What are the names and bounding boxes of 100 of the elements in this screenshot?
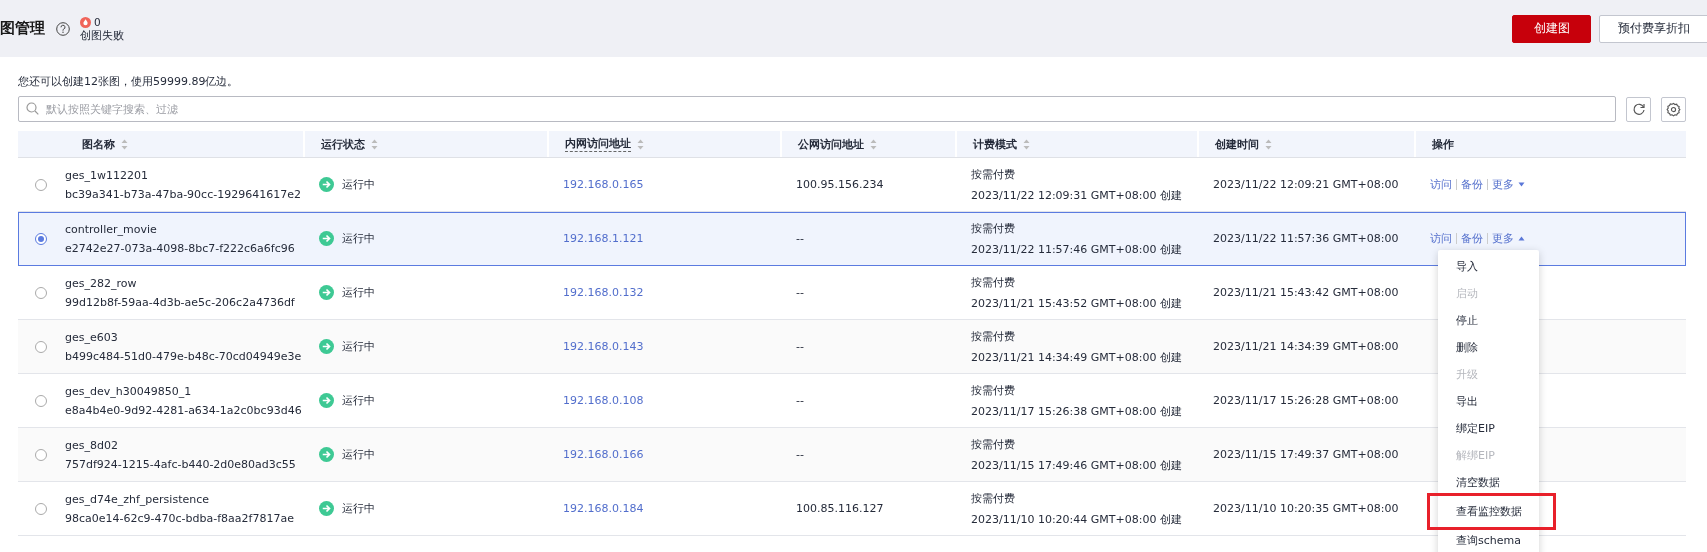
fire-icon [80, 16, 91, 28]
radio-button[interactable] [35, 232, 47, 245]
help-icon[interactable] [56, 21, 70, 36]
action-link[interactable]: 备份 [1461, 177, 1483, 192]
status-text: 运行中 [342, 339, 375, 354]
radio-button[interactable] [35, 340, 47, 353]
private-ip-link[interactable]: 192.168.0.108 [563, 394, 644, 407]
billing-mode: 按需付费 [971, 274, 1015, 290]
private-ip-link[interactable]: 192.168.1.121 [563, 232, 644, 245]
menu-item[interactable]: 导出 [1438, 388, 1539, 415]
graph-id: b499c484-51d0-479e-b48c-70cd04949e3e [65, 349, 302, 363]
graph-id: e8a4b4e0-9d92-4281-a634-1a2c0bc93d46 [65, 403, 302, 417]
action-link[interactable]: 访问 [1430, 177, 1452, 192]
public-ip: -- [796, 448, 804, 461]
billing-created-time: 2023/11/17 15:26:38 GMT+08:00 创建 [971, 403, 1182, 419]
private-ip-link[interactable]: 192.168.0.184 [563, 502, 644, 515]
discount-button[interactable]: 预付费享折扣 [1599, 14, 1707, 43]
radio-button[interactable] [35, 502, 47, 515]
radio-button[interactable] [35, 178, 47, 191]
search-field[interactable]: 默认按照关键字搜索、过滤 [18, 96, 1616, 122]
created-time: 2023/11/21 15:43:42 GMT+08:00 [1213, 286, 1399, 299]
billing-created-time: 2023/11/21 15:43:52 GMT+08:00 创建 [971, 295, 1182, 311]
billing-created-time: 2023/11/22 12:09:31 GMT+08:00 创建 [971, 187, 1182, 203]
graph-name: controller_movie [65, 222, 157, 236]
sort-icon[interactable] [637, 138, 644, 150]
status-text: 运行中 [342, 447, 375, 462]
create-button[interactable]: 创建图 [1512, 14, 1591, 43]
graph-name: ges_282_row [65, 276, 137, 290]
sort-icon[interactable] [371, 138, 378, 150]
menu-item[interactable]: 查询schema [1438, 527, 1539, 552]
menu-item[interactable]: 清空数据 [1438, 469, 1539, 496]
menu-item[interactable]: 导入 [1438, 253, 1539, 280]
graph-id: e2742e27-073a-4098-8bc7-f222c6a6fc96 [65, 241, 295, 255]
status-text: 运行中 [342, 285, 375, 300]
billing-mode: 按需付费 [971, 436, 1015, 452]
graph-id: 757df924-1215-4afc-b440-2d0e80ad3c55 [65, 457, 296, 471]
more-link[interactable]: 更多 [1492, 231, 1525, 246]
billing-mode: 按需付费 [971, 382, 1015, 398]
menu-item[interactable]: 删除 [1438, 334, 1539, 361]
caret-icon [1518, 182, 1525, 187]
radio-button[interactable] [35, 286, 47, 299]
running-icon [319, 177, 334, 192]
running-icon [319, 447, 334, 462]
created-time: 2023/11/10 10:20:35 GMT+08:00 [1213, 502, 1399, 515]
header-cell[interactable]: 图名称 [57, 131, 303, 157]
created-time: 2023/11/15 17:49:37 GMT+08:00 [1213, 448, 1399, 461]
graph-name: ges_d74e_zhf_persistence [65, 492, 209, 506]
column-header: 公网访问地址 [798, 136, 864, 152]
billing-mode: 按需付费 [971, 220, 1015, 236]
radio-button[interactable] [35, 394, 47, 407]
created-time: 2023/11/22 11:57:36 GMT+08:00 [1213, 232, 1399, 245]
quota-note: 您还可以创建12张图，使用59999.89亿边。 [18, 74, 240, 88]
graph-id: bc39a341-b73a-47ba-90cc-1929641617e2 [65, 187, 301, 201]
public-ip: -- [796, 286, 804, 299]
graph-name: ges_1w112201 [65, 168, 148, 182]
more-link[interactable]: 更多 [1492, 177, 1525, 192]
column-header: 图名称 [82, 136, 115, 152]
column-header: 操作 [1432, 136, 1454, 152]
public-ip: -- [796, 340, 804, 353]
running-icon [319, 501, 334, 516]
created-time: 2023/11/22 12:09:21 GMT+08:00 [1213, 178, 1399, 191]
status-text: 运行中 [342, 393, 375, 408]
graph-name: ges_8d02 [65, 438, 118, 452]
sort-icon[interactable] [121, 138, 128, 150]
created-time: 2023/11/17 15:26:28 GMT+08:00 [1213, 394, 1399, 407]
billing-mode: 按需付费 [971, 166, 1015, 182]
public-ip: 100.85.116.127 [796, 502, 884, 515]
menu-item[interactable]: 绑定EIP [1438, 415, 1539, 442]
menu-item[interactable]: 停止 [1438, 307, 1539, 334]
sort-icon[interactable] [1265, 138, 1272, 150]
radio-button[interactable] [35, 448, 47, 461]
column-header: 内网访问地址 [565, 136, 631, 152]
action-link[interactable]: 访问 [1430, 231, 1452, 246]
running-icon [319, 285, 334, 300]
billing-mode: 按需付费 [971, 328, 1015, 344]
billing-created-time: 2023/11/15 17:49:46 GMT+08:00 创建 [971, 457, 1182, 473]
sort-icon[interactable] [870, 138, 877, 150]
column-header: 运行状态 [321, 136, 365, 152]
running-icon [319, 339, 334, 354]
status-text: 运行中 [342, 231, 375, 246]
status-text: 运行中 [342, 177, 375, 192]
column-header: 创建时间 [1215, 136, 1259, 152]
sort-icon[interactable] [1023, 138, 1030, 150]
refresh-icon [1631, 102, 1646, 116]
private-ip-link[interactable]: 192.168.0.143 [563, 340, 644, 353]
action-link[interactable]: 备份 [1461, 231, 1483, 246]
caret-icon [1518, 236, 1525, 241]
failed-label: 创图失败 [80, 28, 124, 42]
settings-button[interactable] [1661, 96, 1686, 122]
public-ip: -- [796, 394, 804, 407]
graph-name: ges_dev_h30049850_1 [65, 384, 192, 398]
menu-item[interactable]: 查看监控数据 [1430, 496, 1553, 527]
private-ip-link[interactable]: 192.168.0.166 [563, 448, 644, 461]
refresh-button[interactable] [1626, 96, 1651, 122]
billing-created-time: 2023/11/21 14:34:49 GMT+08:00 创建 [971, 349, 1182, 365]
private-ip-link[interactable]: 192.168.0.165 [563, 178, 644, 191]
graph-id: 98ca0e14-62c9-470c-bdba-f8aa2f7817ae [65, 511, 294, 525]
billing-mode: 按需付费 [971, 490, 1015, 506]
private-ip-link[interactable]: 192.168.0.132 [563, 286, 644, 299]
public-ip: -- [796, 232, 804, 245]
